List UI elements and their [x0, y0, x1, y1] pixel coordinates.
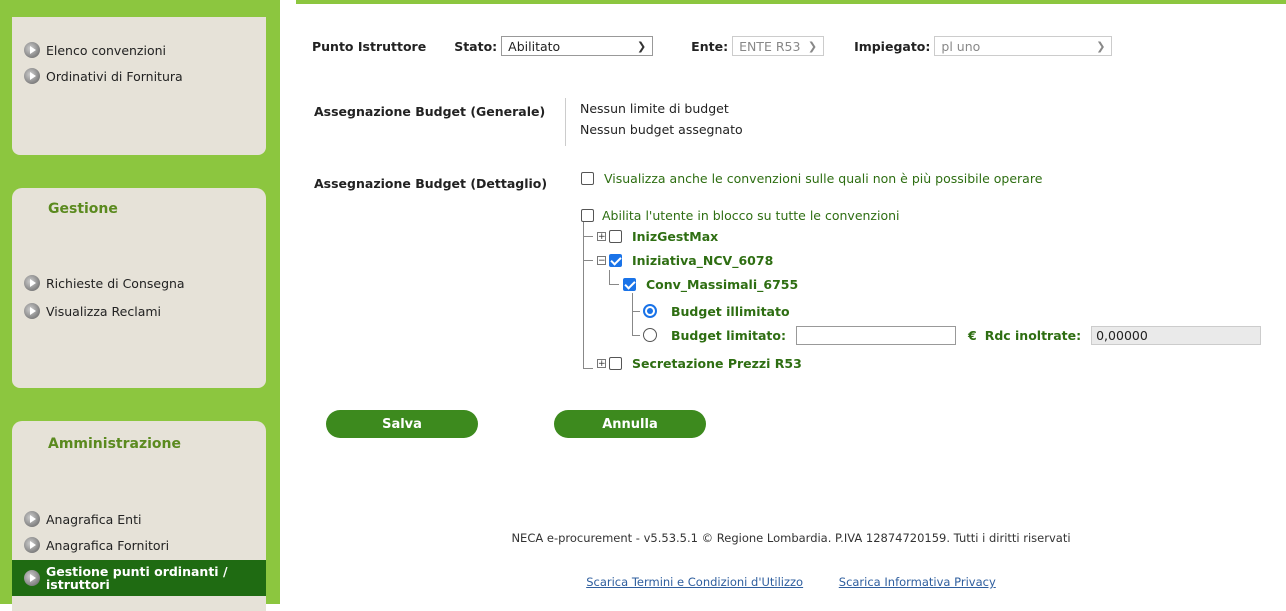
tree-node-iniziativa[interactable]: − Iniziativa_NCV_6078: [597, 251, 773, 269]
filter-row: Punto Istruttore Stato: Abilitato ❯ Ente…: [312, 35, 1113, 57]
arrow-bullet-icon: [24, 511, 40, 527]
sidebar-panel-gestione: Gestione Richieste di Consegna Visualizz…: [12, 188, 266, 388]
tree-line: [609, 284, 619, 285]
sidebar-item-label: Elenco convenzioni: [46, 42, 167, 58]
tree-node-checkbox[interactable]: [623, 277, 636, 291]
ente-select[interactable]: ENTE R53 ❯: [732, 36, 825, 56]
budget-dettaglio-label: Assegnazione Budget (Dettaglio): [314, 176, 548, 191]
arrow-bullet-icon: [24, 68, 40, 84]
tree-node-checkbox[interactable]: [609, 356, 622, 370]
radio-button[interactable]: [643, 328, 657, 342]
budget-limit-input[interactable]: [795, 325, 956, 345]
radio-budget-illimitato[interactable]: Budget illimitato: [643, 302, 790, 320]
save-button[interactable]: Salva: [326, 410, 478, 438]
collapse-icon[interactable]: −: [597, 255, 606, 265]
stato-label: Stato:: [454, 38, 498, 54]
impiegato-value: pl uno: [941, 38, 981, 54]
arrow-bullet-icon: [24, 42, 40, 58]
tree-node-secretazione[interactable]: + Secretazione Prezzi R53: [597, 354, 802, 372]
section-divider: [565, 98, 566, 146]
budget-generale-line2: Nessun budget assegnato: [580, 122, 743, 137]
impiegato-label: Impiegato:: [854, 38, 931, 54]
sidebar-panel-amministrazione: Amministrazione Anagrafica Enti Anagrafi…: [12, 421, 266, 611]
tree-line: [583, 260, 593, 261]
tree-node-conv-massimali[interactable]: Conv_Massimali_6755: [623, 275, 798, 293]
tree-node-checkbox[interactable]: [609, 253, 622, 267]
rdc-input[interactable]: 0,00000: [1091, 325, 1262, 345]
arrow-bullet-icon: [24, 570, 40, 586]
enable-all-checkbox[interactable]: [581, 208, 594, 222]
currency-symbol: €: [967, 327, 977, 343]
arrow-bullet-icon: [24, 303, 40, 319]
sidebar-item-label: Richieste di Consegna: [46, 275, 185, 291]
chevron-down-icon: ❯: [1096, 39, 1106, 53]
cancel-button[interactable]: Annulla: [554, 410, 706, 438]
tree-node-label: Conv_Massimali_6755: [646, 276, 799, 292]
tree-line: [583, 222, 584, 369]
show-all-checkbox[interactable]: [581, 171, 594, 185]
footer-copyright: NECA e-procurement - v5.53.5.1 © Regione…: [511, 531, 1071, 545]
impiegato-select[interactable]: pl uno ❯: [934, 36, 1113, 56]
tree-line: [583, 236, 593, 237]
sidebar-item-label: Anagrafica Enti: [46, 511, 142, 527]
radio-label: Budget limitato:: [671, 327, 786, 343]
sidebar-item-gestione-punti[interactable]: Gestione punti ordinanti / istruttori: [12, 560, 266, 596]
radio-budget-limitato[interactable]: Budget limitato: € Rdc inoltrate: 0,0000…: [643, 325, 1286, 345]
tree-node-label: Secretazione Prezzi R53: [632, 355, 802, 371]
sidebar-item-label: Ordinativi di Fornitura: [46, 68, 183, 84]
sidebar-item-label: Gestione punti ordinanti / istruttori: [46, 564, 228, 592]
top-accent-bar: [296, 0, 1286, 4]
ente-label: Ente:: [691, 38, 729, 54]
ente-value: ENTE R53: [739, 38, 801, 54]
panel-title-amministrazione: Amministrazione: [48, 436, 181, 452]
tree-node-label: Iniziativa_NCV_6078: [632, 252, 774, 268]
sidebar-panel-main: Elenco convenzioni Ordinativi di Fornitu…: [12, 17, 266, 155]
radio-button[interactable]: [643, 304, 657, 318]
sidebar-item-visualizza-reclami[interactable]: Visualizza Reclami: [24, 301, 161, 321]
main-content: Punto Istruttore Stato: Abilitato ❯ Ente…: [296, 0, 1286, 604]
tree-node-inizgestmax[interactable]: + InizGestMax: [597, 227, 718, 245]
rdc-label: Rdc inoltrate:: [984, 327, 1082, 343]
radio-label: Budget illimitato: [671, 303, 790, 319]
chevron-down-icon: ❯: [636, 39, 647, 53]
sidebar-item-richieste-consegna[interactable]: Richieste di Consegna: [24, 273, 185, 293]
show-all-option[interactable]: Visualizza anche le convenzioni sulle qu…: [581, 169, 1042, 187]
arrow-bullet-icon: [24, 275, 40, 291]
enable-all-option[interactable]: Abilita l'utente in blocco su tutte le c…: [581, 206, 900, 224]
tree-line: [583, 368, 593, 369]
tree-line: [632, 335, 640, 336]
tree-node-checkbox[interactable]: [609, 229, 622, 243]
budget-generale-line1: Nessun limite di budget: [580, 101, 729, 116]
panel-title-gestione: Gestione: [48, 201, 118, 217]
sidebar-item-label: Visualizza Reclami: [46, 303, 162, 319]
sidebar-item-anagrafica-fornitori[interactable]: Anagrafica Fornitori: [24, 535, 169, 555]
sidebar-item-elenco-convenzioni[interactable]: Elenco convenzioni: [24, 40, 166, 60]
arrow-bullet-icon: [24, 537, 40, 553]
expand-icon[interactable]: +: [597, 358, 606, 368]
sidebar: Elenco convenzioni Ordinativi di Fornitu…: [0, 0, 280, 611]
enable-all-label: Abilita l'utente in blocco su tutte le c…: [602, 207, 900, 223]
sidebar-item-ordinativi[interactable]: Ordinativi di Fornitura: [24, 66, 183, 86]
terms-link[interactable]: Scarica Termini e Condizioni d'Utilizzo: [586, 575, 803, 589]
tree-line: [632, 311, 640, 312]
sidebar-item-anagrafica-enti[interactable]: Anagrafica Enti: [24, 509, 141, 529]
sidebar-item-label: Anagrafica Fornitori: [46, 537, 170, 553]
budget-generale-label: Assegnazione Budget (Generale): [314, 104, 546, 119]
chevron-down-icon: ❯: [807, 39, 818, 53]
show-all-label: Visualizza anche le convenzioni sulle qu…: [604, 170, 1043, 186]
stato-value: Abilitato: [508, 38, 561, 54]
footer-links: Scarica Termini e Condizioni d'Utilizzo …: [296, 575, 1286, 589]
stato-select[interactable]: Abilitato ❯: [501, 36, 654, 56]
page-title: Punto Istruttore: [312, 38, 427, 54]
tree-line: [632, 293, 633, 336]
privacy-link[interactable]: Scarica Informativa Privacy: [839, 575, 996, 589]
expand-icon[interactable]: +: [597, 231, 606, 241]
tree-node-label: InizGestMax: [632, 228, 719, 244]
tree-line: [609, 270, 610, 285]
